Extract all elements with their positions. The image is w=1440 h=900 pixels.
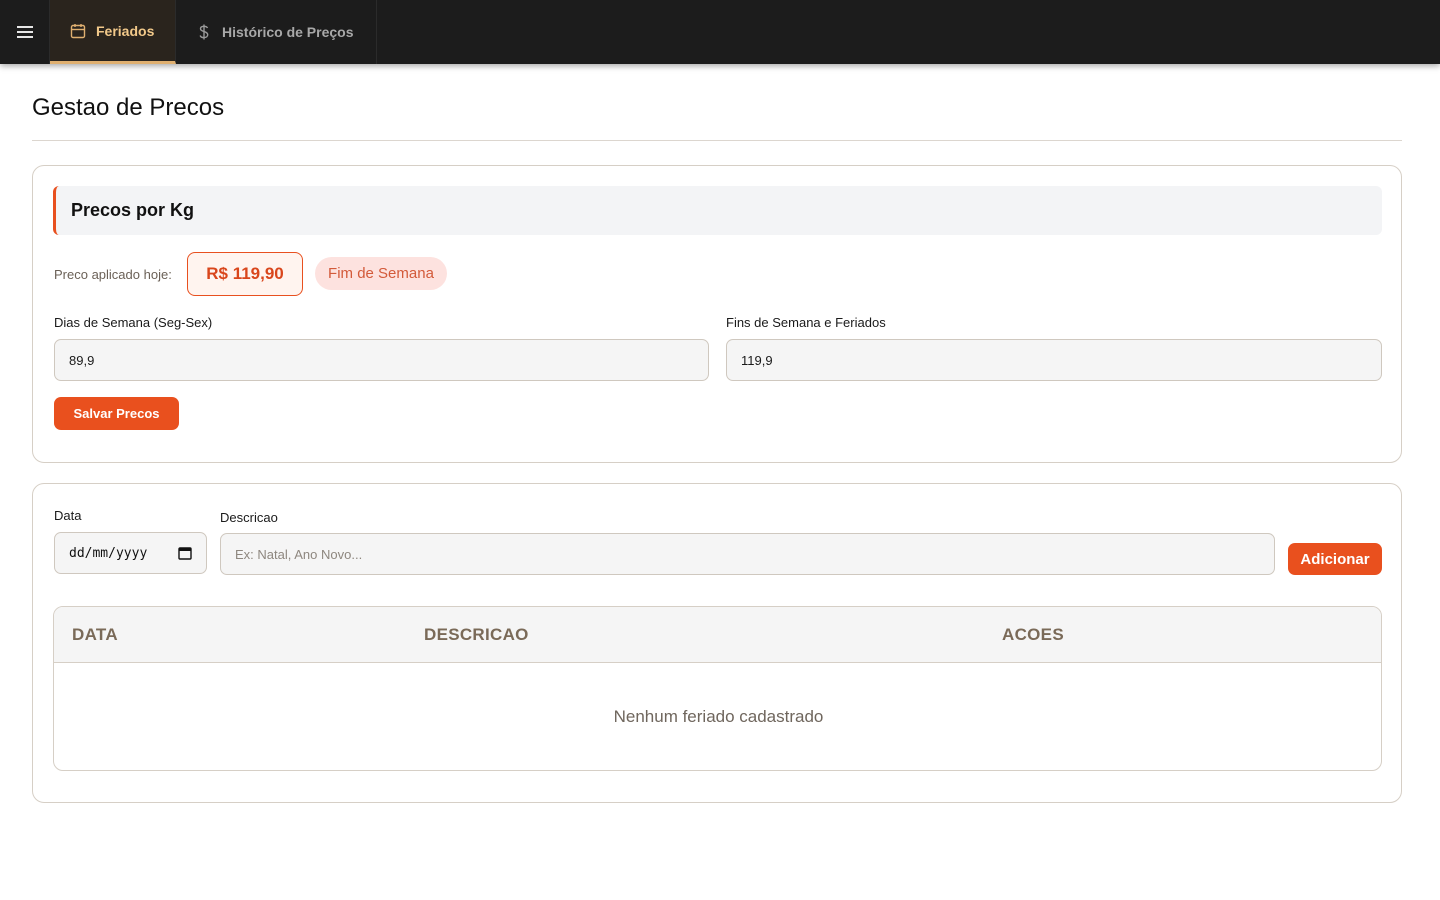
menu-button[interactable]: [0, 0, 50, 64]
description-input[interactable]: Ex: Natal, Ano Novo...: [220, 533, 1275, 575]
column-header-description: DESCRICAO: [424, 625, 529, 644]
weekday-price-input[interactable]: 89,9: [54, 339, 709, 381]
prices-card: Precos por Kg Preco aplicado hoje: R$ 11…: [32, 165, 1402, 463]
tab-historico-precos-label: Histórico de Preços: [222, 24, 354, 40]
calendar-picker-icon[interactable]: [178, 546, 192, 560]
weekday-price-label: Dias de Semana (Seg-Sex): [54, 315, 213, 330]
column-header-actions: ACOES: [1002, 625, 1064, 644]
tab-feriados-label: Feriados: [96, 22, 155, 39]
date-input-placeholder: dd/mm/yyyy: [69, 545, 148, 561]
table-header: DATA DESCRICAO ACOES: [54, 607, 1381, 663]
column-header-date: DATA: [72, 625, 118, 644]
tab-historico-precos[interactable]: Histórico de Preços: [176, 0, 377, 64]
page-title: Gestao de Precos: [32, 94, 225, 121]
date-input[interactable]: dd/mm/yyyy: [54, 532, 207, 574]
holidays-card: Data dd/mm/yyyy Descricao Ex: Natal, Ano…: [32, 483, 1402, 803]
holidays-table: DATA DESCRICAO ACOES Nenhum feriado cada…: [53, 606, 1382, 771]
applied-price-value: R$ 119,90: [187, 252, 303, 296]
description-label: Descricao: [220, 510, 278, 525]
empty-state-message: Nenhum feriado cadastrado: [613, 707, 824, 726]
dollar-icon: [199, 24, 209, 40]
hamburger-menu-icon: [16, 26, 33, 38]
weekend-price-input[interactable]: 119,9: [726, 339, 1382, 381]
weekend-price-label: Fins de Semana e Feriados: [726, 315, 886, 330]
prices-section-header: Precos por Kg: [53, 186, 1382, 235]
top-navbar: Feriados Histórico de Preços: [0, 0, 1440, 64]
title-divider: [32, 140, 1402, 141]
applied-price-label: Preco aplicado hoje:: [54, 267, 172, 282]
prices-section-title: Precos por Kg: [71, 200, 195, 220]
add-holiday-button[interactable]: Adicionar: [1288, 543, 1382, 575]
calendar-icon: [70, 23, 86, 38]
applied-price-badge: Fim de Semana: [315, 257, 447, 290]
date-label: Data: [54, 508, 82, 523]
save-prices-button[interactable]: Salvar Precos: [54, 397, 179, 430]
tab-feriados[interactable]: Feriados: [50, 0, 176, 64]
